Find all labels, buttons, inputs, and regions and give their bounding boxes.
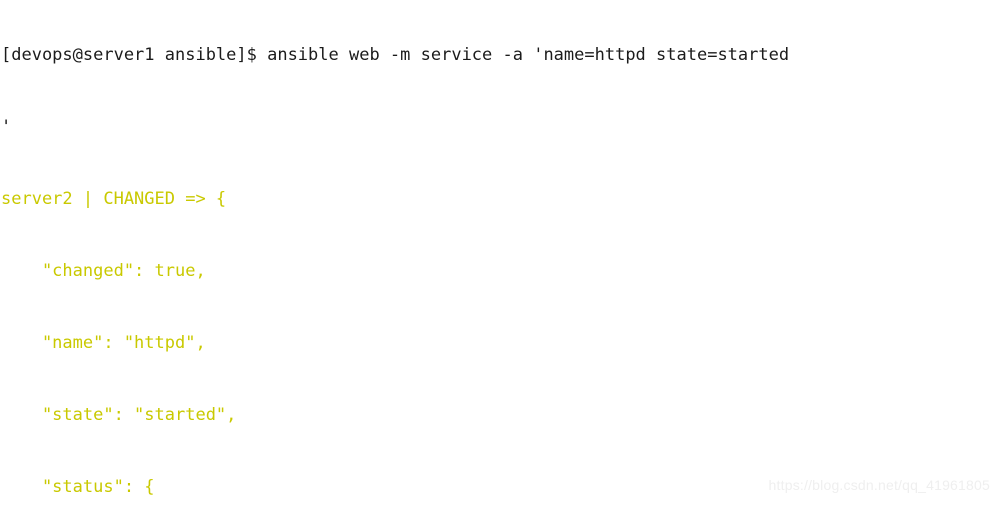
terminal-line-state: "state": "started", bbox=[1, 405, 237, 425]
terminal-line-host-status: server2 | CHANGED => { bbox=[1, 189, 227, 209]
terminal-output-area[interactable]: [devops@server1 ansible]$ ansible web -m… bbox=[0, 0, 998, 505]
terminal-line-status-open: "status": { bbox=[1, 477, 155, 497]
terminal-line-command-wrap: ' bbox=[1, 117, 12, 137]
terminal-window[interactable]: [devops@server1 ansible]$ clear [devops@… bbox=[0, 0, 998, 505]
terminal-line-name: "name": "httpd", bbox=[1, 333, 206, 353]
terminal-line-prompt-command: [devops@server1 ansible]$ ansible web -m… bbox=[1, 45, 790, 65]
terminal-line-changed: "changed": true, bbox=[1, 261, 206, 281]
